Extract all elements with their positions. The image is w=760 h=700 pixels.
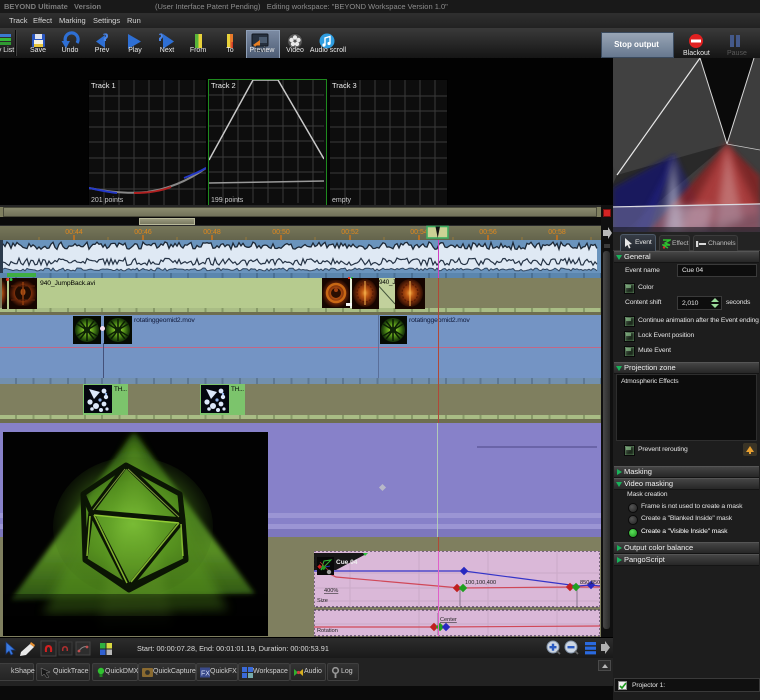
svg-text:00:46: 00:46 (134, 229, 152, 236)
svg-text:850,850: 850,850 (580, 580, 600, 586)
svg-text:400%: 400% (324, 588, 338, 594)
svg-text:Size: Size (317, 598, 328, 604)
svg-text:100,100,400: 100,100,400 (465, 580, 496, 586)
svg-text:Cue 04: Cue 04 (336, 559, 358, 566)
svg-text:00:58: 00:58 (548, 229, 566, 236)
svg-text:FX: FX (201, 671, 210, 678)
svg-text:Center: Center (440, 617, 457, 623)
svg-text:00:54: 00:54 (410, 229, 428, 236)
svg-text:00:48: 00:48 (203, 229, 221, 236)
svg-text:Start: 00:00:07.28, End: 00:0: Start: 00:00:07.28, End: 00:01:01.19, Du… (137, 644, 329, 653)
svg-text:00:50: 00:50 (272, 229, 290, 236)
svg-text:00:56: 00:56 (479, 229, 497, 236)
svg-text:Rotation: Rotation (317, 628, 338, 634)
svg-text:00:44: 00:44 (65, 229, 83, 236)
svg-text:00:52: 00:52 (341, 229, 359, 236)
